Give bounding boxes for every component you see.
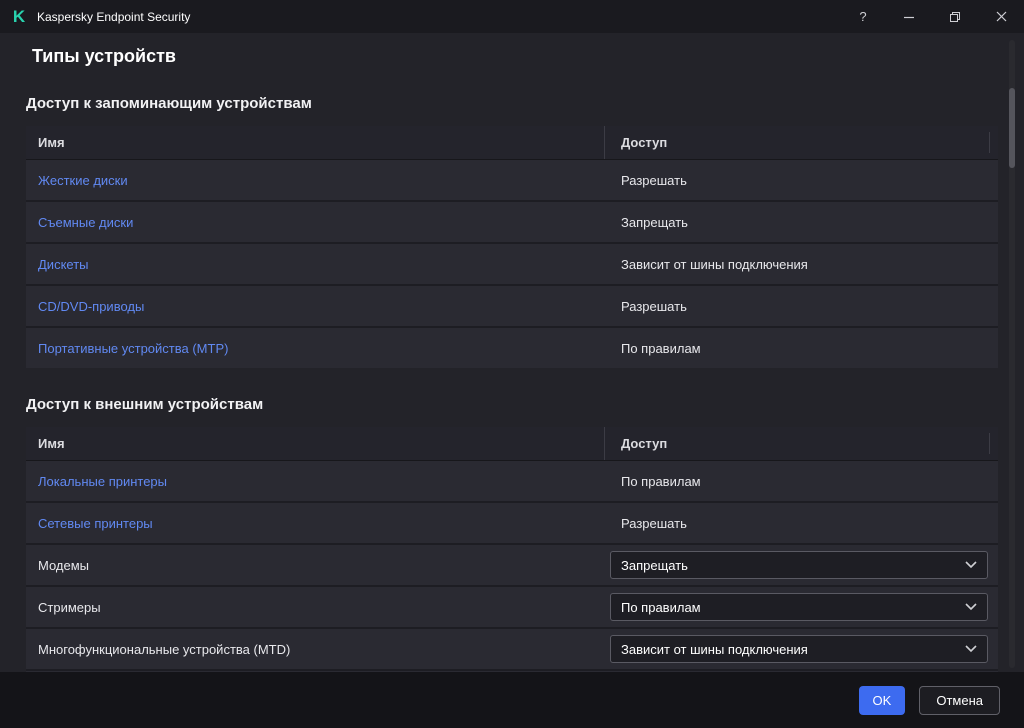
- column-header-name: Имя: [26, 126, 605, 159]
- table-row: Локальные принтеры По правилам: [26, 461, 998, 503]
- restore-button[interactable]: [932, 0, 978, 33]
- minimize-icon: [903, 11, 915, 23]
- section-title-storage: Доступ к запоминающим устройствам: [26, 95, 1024, 112]
- access-value: Разрешать: [621, 299, 687, 314]
- help-button[interactable]: ?: [840, 0, 886, 33]
- table-header: Имя Доступ: [26, 126, 998, 160]
- table-row: Портативные устройства (MTP) По правилам: [26, 328, 998, 368]
- device-link[interactable]: Локальные принтеры: [38, 474, 167, 489]
- device-link[interactable]: Дискеты: [38, 257, 89, 272]
- access-value: По правилам: [621, 341, 701, 356]
- chevron-down-icon: [965, 645, 977, 653]
- kaspersky-logo-icon: K: [10, 8, 28, 26]
- title-bar: K Kaspersky Endpoint Security ?: [0, 0, 1024, 33]
- access-dropdown[interactable]: Запрещать: [610, 551, 988, 579]
- device-link[interactable]: Жесткие диски: [38, 173, 128, 188]
- dropdown-selected-value: По правилам: [621, 600, 701, 615]
- footer-bar: OK Отмена: [0, 672, 1024, 728]
- table-row: CD/DVD-приводы Разрешать: [26, 286, 998, 328]
- table-row: Дискеты Зависит от шины подключения: [26, 244, 998, 286]
- table-row: Жесткие диски Разрешать: [26, 160, 998, 202]
- device-link[interactable]: Сетевые принтеры: [38, 516, 153, 531]
- table-header: Имя Доступ: [26, 427, 998, 461]
- close-icon: [996, 11, 1007, 22]
- access-value: Зависит от шины подключения: [621, 257, 808, 272]
- dropdown-selected-value: Зависит от шины подключения: [621, 642, 808, 657]
- table-row: Модемы Запрещать: [26, 545, 998, 587]
- access-value: Разрешать: [621, 516, 687, 531]
- storage-devices-table: Имя Доступ Жесткие диски Разрешать Съемн…: [26, 126, 998, 368]
- table-row: Многофункциональные устройства (MTD) Зав…: [26, 629, 998, 671]
- close-button[interactable]: [978, 0, 1024, 33]
- access-dropdown[interactable]: По правилам: [610, 593, 988, 621]
- minimize-button[interactable]: [886, 0, 932, 33]
- scrollbar-thumb[interactable]: [1009, 88, 1015, 168]
- device-link[interactable]: Портативные устройства (MTP): [38, 341, 228, 356]
- device-name: Модемы: [38, 558, 89, 573]
- device-name: Стримеры: [38, 600, 101, 615]
- page-title: Типы устройств: [32, 46, 1024, 67]
- external-devices-table: Имя Доступ Локальные принтеры По правила…: [26, 427, 998, 684]
- app-title: Kaspersky Endpoint Security: [37, 10, 190, 24]
- table-row: Съемные диски Запрещать: [26, 202, 998, 244]
- access-dropdown[interactable]: Зависит от шины подключения: [610, 635, 988, 663]
- access-value: Разрешать: [621, 173, 687, 188]
- column-header-access: Доступ: [605, 427, 998, 460]
- column-header-name: Имя: [26, 427, 605, 460]
- device-name: Многофункциональные устройства (MTD): [38, 642, 290, 657]
- device-link[interactable]: CD/DVD-приводы: [38, 299, 144, 314]
- chevron-down-icon: [965, 603, 977, 611]
- column-header-access: Доступ: [605, 126, 998, 159]
- table-row: Стримеры По правилам: [26, 587, 998, 629]
- restore-icon: [949, 11, 961, 23]
- ok-button[interactable]: OK: [859, 686, 906, 715]
- access-value: Запрещать: [621, 215, 688, 230]
- cancel-button[interactable]: Отмена: [919, 686, 1000, 715]
- access-value: По правилам: [621, 474, 701, 489]
- device-link[interactable]: Съемные диски: [38, 215, 133, 230]
- chevron-down-icon: [965, 561, 977, 569]
- section-title-external: Доступ к внешним устройствам: [26, 396, 1024, 413]
- dropdown-selected-value: Запрещать: [621, 558, 688, 573]
- table-row: Сетевые принтеры Разрешать: [26, 503, 998, 545]
